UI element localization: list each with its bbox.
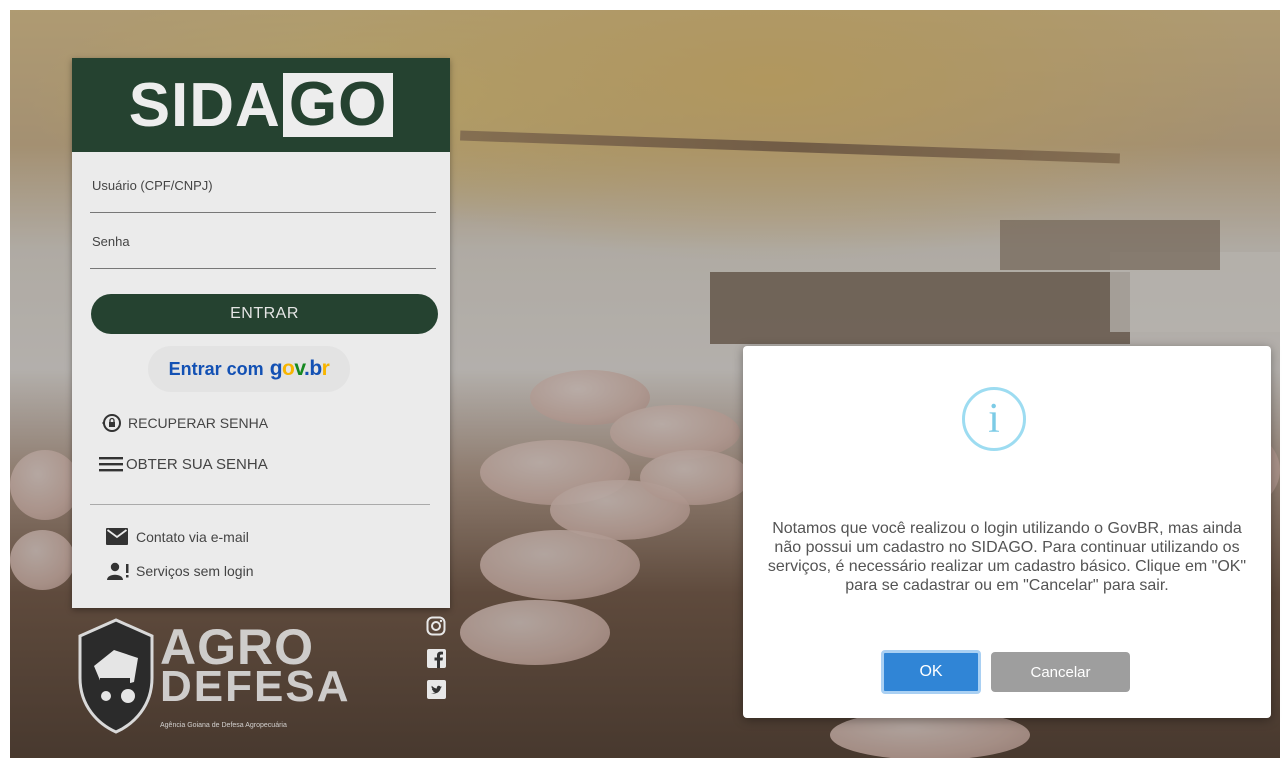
govbr-logo: gov.br bbox=[269, 357, 330, 380]
panel-divider bbox=[90, 504, 430, 505]
sidago-logo: SIDA GO bbox=[72, 58, 450, 152]
agrodefesa-shield-icon bbox=[78, 618, 154, 734]
cancel-button[interactable]: Cancelar bbox=[991, 652, 1130, 692]
obtain-password-link[interactable]: OBTER SUA SENHA bbox=[98, 454, 268, 474]
twitter-icon[interactable] bbox=[426, 679, 446, 699]
password-field[interactable]: Senha bbox=[90, 234, 440, 269]
password-input[interactable] bbox=[90, 248, 440, 266]
contact-email-label: Contato via e-mail bbox=[136, 528, 249, 545]
govbr-registration-dialog: i Notamos que você realizou o login util… bbox=[743, 346, 1271, 718]
logo-boxed-part: GO bbox=[282, 73, 394, 137]
obtain-password-label: OBTER SUA SENHA bbox=[126, 455, 268, 473]
instagram-icon[interactable] bbox=[426, 616, 446, 636]
password-label: Senha bbox=[92, 234, 130, 249]
info-icon: i bbox=[962, 387, 1026, 451]
menu-icon bbox=[98, 454, 124, 474]
username-input[interactable] bbox=[90, 192, 440, 210]
govbr-button-label: Entrar com bbox=[168, 358, 264, 379]
entrar-button[interactable]: ENTRAR bbox=[91, 294, 438, 334]
ok-button[interactable]: OK bbox=[881, 650, 981, 694]
lock-reset-icon bbox=[100, 412, 122, 434]
govbr-login-button[interactable]: Entrar com gov.br bbox=[148, 346, 350, 392]
services-without-login-link[interactable]: Serviços sem login bbox=[106, 562, 254, 580]
agrodefesa-logo: AGRO DEFESA Agência Goiana de Defesa Agr… bbox=[74, 616, 348, 746]
contact-email-link[interactable]: Contato via e-mail bbox=[106, 528, 249, 545]
username-field[interactable]: Usuário (CPF/CNPJ) bbox=[90, 178, 440, 213]
username-label: Usuário (CPF/CNPJ) bbox=[92, 178, 213, 193]
recover-password-label: RECUPERAR SENHA bbox=[128, 415, 269, 431]
login-panel: SIDA GO Usuário (CPF/CNPJ) Senha ENTRAR … bbox=[72, 58, 450, 608]
facebook-icon[interactable] bbox=[426, 648, 446, 668]
defesa-word: DEFESA bbox=[160, 662, 351, 711]
recover-password-link[interactable]: RECUPERAR SENHA bbox=[100, 412, 268, 434]
mail-icon bbox=[106, 528, 128, 545]
logo-prefix: SIDA bbox=[128, 70, 281, 140]
user-alert-icon bbox=[106, 562, 132, 580]
services-without-login-label: Serviços sem login bbox=[136, 563, 254, 579]
agrodefesa-subtitle: Agência Goiana de Defesa Agropecuária bbox=[160, 722, 287, 729]
dialog-message: Notamos que você realizou o login utiliz… bbox=[767, 520, 1247, 594]
